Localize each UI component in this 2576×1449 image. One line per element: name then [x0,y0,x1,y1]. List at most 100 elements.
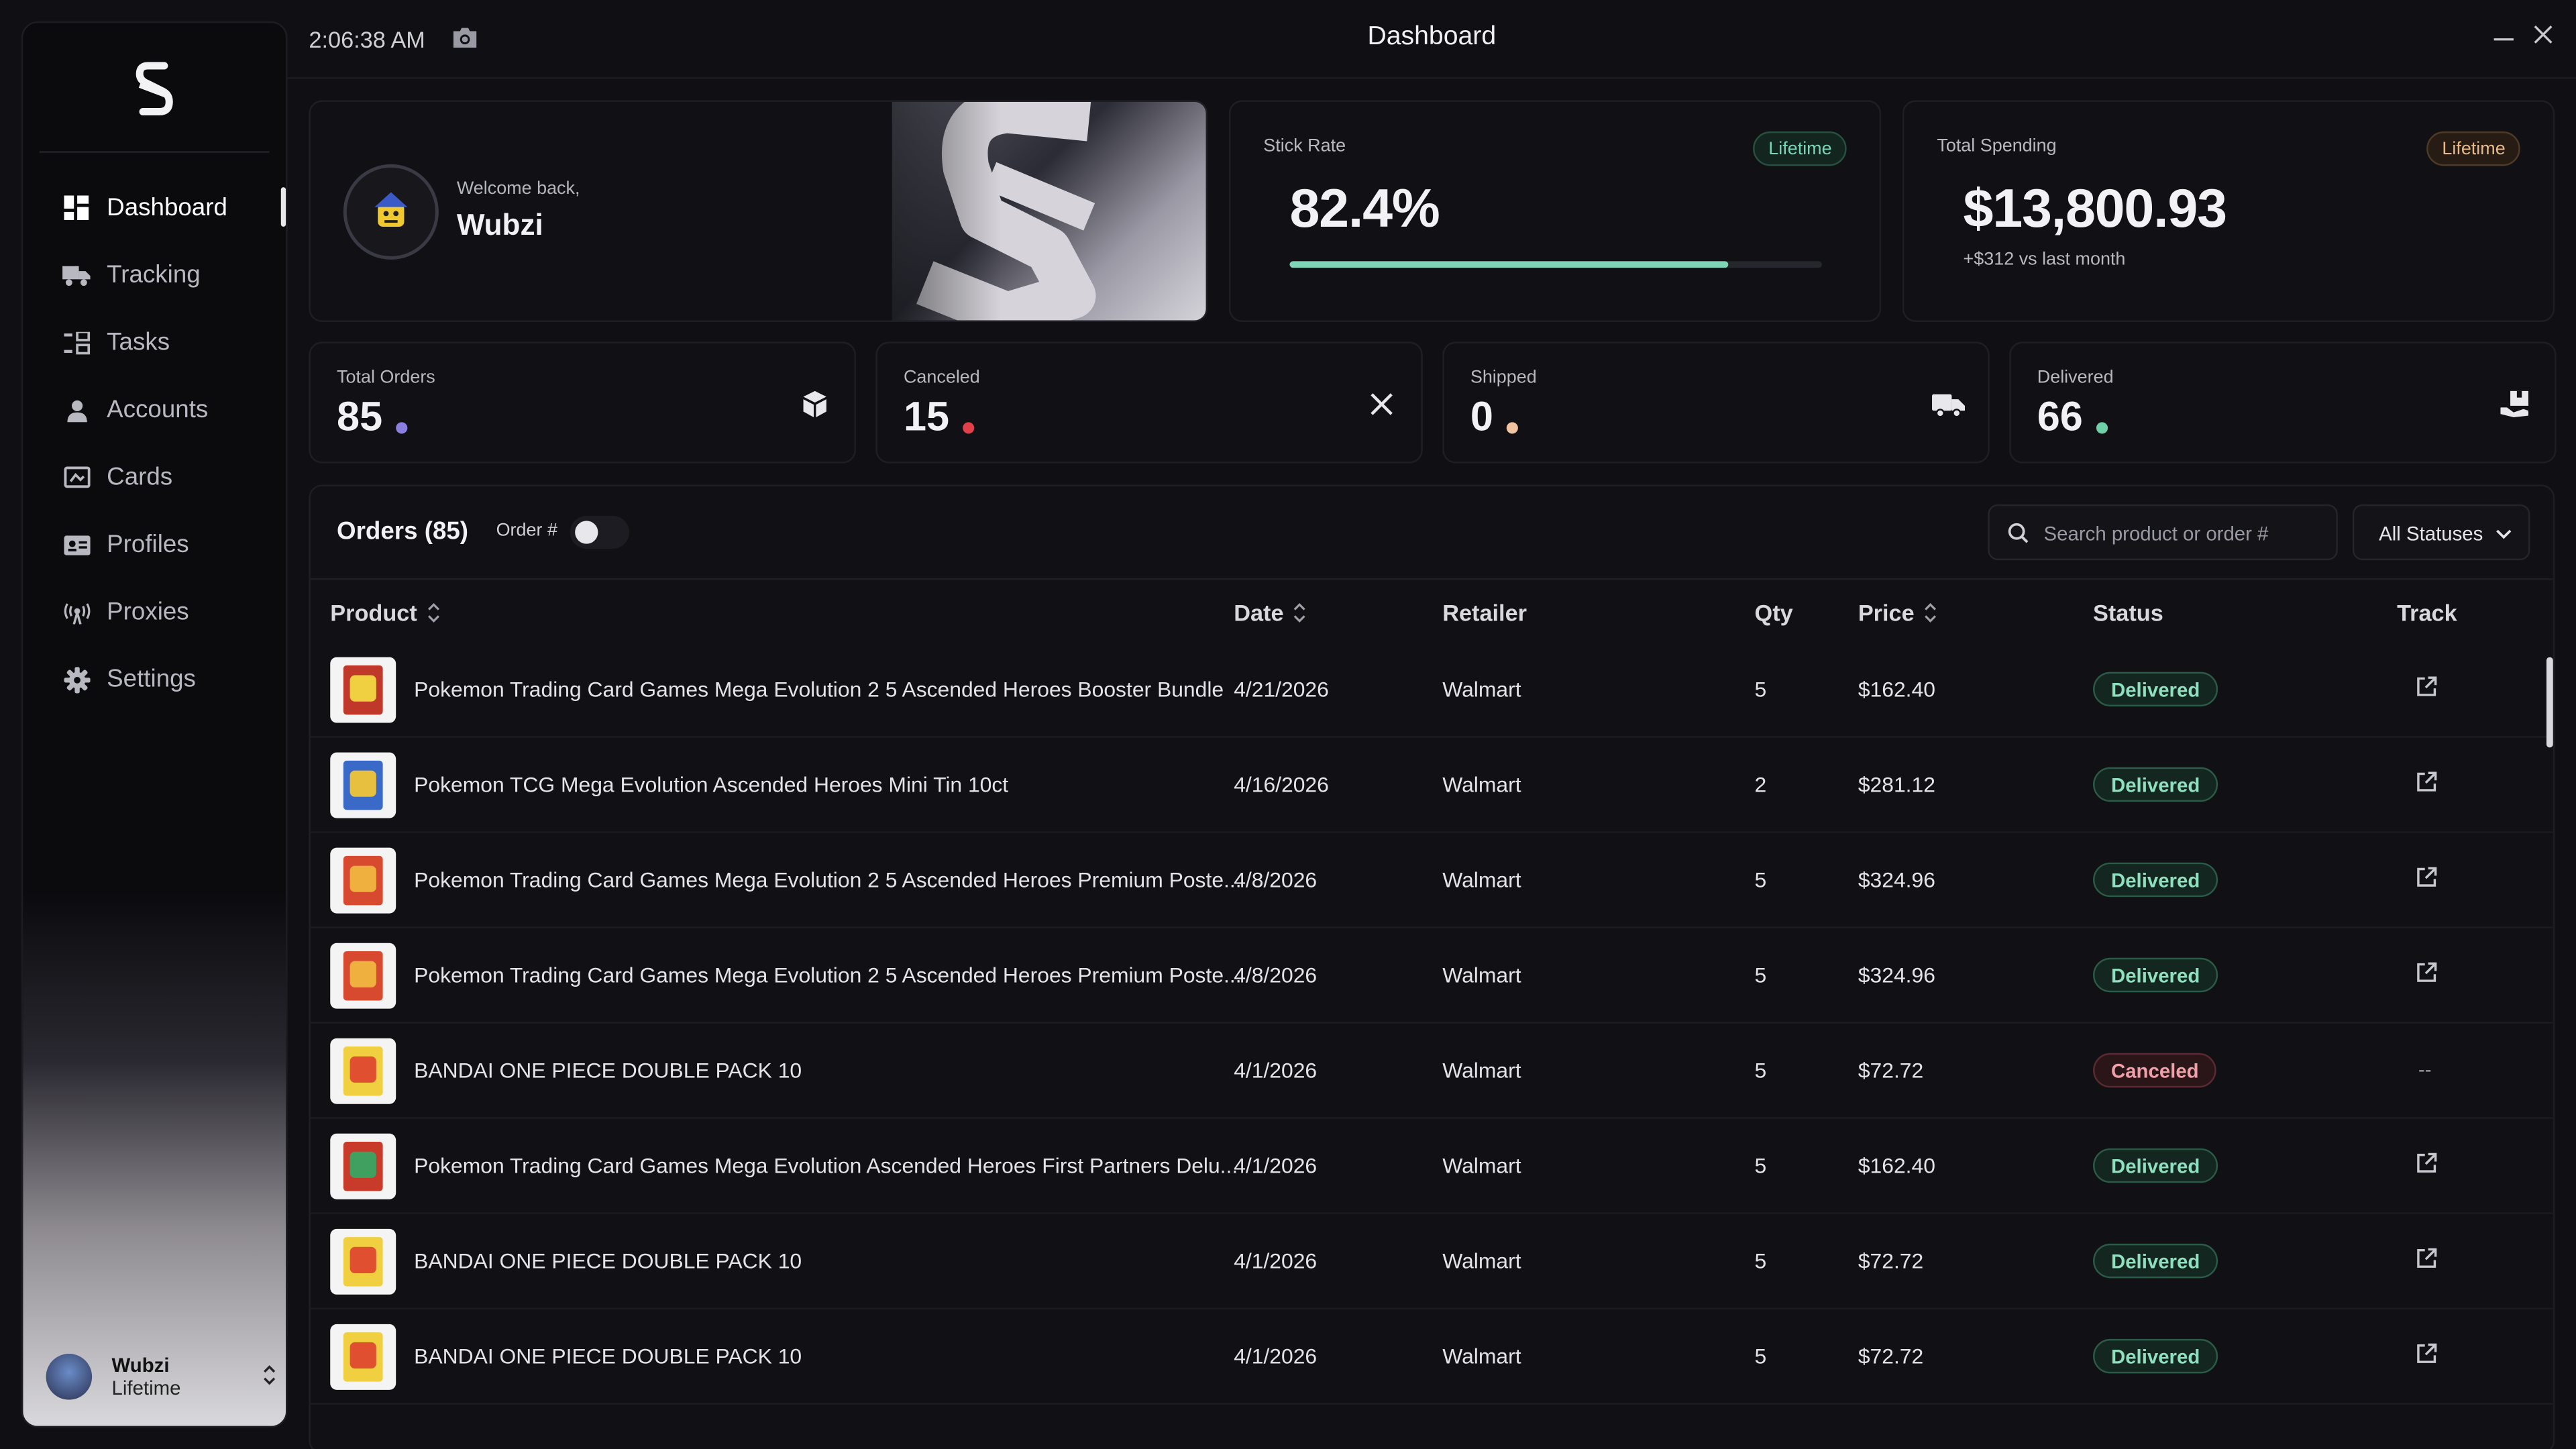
column-label: Product [330,599,417,627]
column-label: Retailer [1442,599,1527,627]
order-date: 4/8/2026 [1234,963,1318,987]
status-filter-select[interactable]: All Statuses [2352,504,2530,561]
stick-rate-label: Stick Rate [1263,136,1346,156]
truck-icon [1932,388,1966,421]
sidebar-item-proxies[interactable]: Proxies [23,578,286,645]
price: $72.72 [1858,1248,1924,1273]
quantity: 5 [1754,1153,1767,1178]
retailer: Walmart [1442,867,1521,892]
quantity: 5 [1754,1058,1767,1083]
price: $72.72 [1858,1344,1924,1369]
product-thumbnail [330,1324,396,1390]
stat-number: 66 [2037,394,2083,441]
table-row[interactable]: BANDAI ONE PIECE DOUBLE PACK 10 4/1/2026 W… [310,1024,2553,1119]
total-spending-label: Total Spending [1937,136,2057,156]
product-name[interactable]: BANDAI ONE PIECE DOUBLE PACK 10 [414,1058,802,1083]
table-row[interactable]: Pokemon Trading Card Games Mega Evolutio… [310,928,2553,1024]
page-title: Dashboard [1367,23,1497,51]
product-name[interactable]: Pokemon Trading Card Games Mega Evolutio… [414,677,1224,702]
stat-label: Canceled [903,368,980,388]
logo-divider [39,151,270,153]
column-date[interactable]: Date [1234,600,1307,626]
column-label: Date [1234,599,1284,627]
column-product[interactable]: Product [330,600,440,626]
stat-value: 85 [337,394,407,442]
progress-fill [1289,261,1729,268]
order-date: 4/8/2026 [1234,867,1318,892]
sidebar-nav: Dashboard Tracking Tasks Accounts Cards … [23,174,286,713]
table-row[interactable]: Pokemon TCG Mega Evolution Ascended Hero… [310,738,2553,833]
product-name[interactable]: Pokemon TCG Mega Evolution Ascended Hero… [414,772,1008,797]
retailer: Walmart [1442,1153,1521,1178]
status-dot [2096,422,2108,434]
chevron-down-icon [2496,523,2512,552]
external-link-icon[interactable] [2415,866,2441,892]
column-label: Track [2397,599,2457,627]
quantity: 5 [1754,963,1767,987]
orders-title: Orders (85) [337,517,469,546]
product-thumbnail [330,847,396,914]
app-logo [23,59,286,131]
external-link-icon[interactable] [2415,1247,2441,1273]
sidebar-item-tracking[interactable]: Tracking [23,241,286,309]
column-price[interactable]: Price [1858,600,1937,626]
search-input[interactable]: Search product or order # [1988,504,2338,561]
external-link-icon[interactable] [2415,771,2441,797]
avatar [46,1353,93,1400]
product-name[interactable]: Pokemon Trading Card Games Mega Evolutio… [414,867,1241,892]
table-row[interactable]: Pokemon Trading Card Games Mega Evolutio… [310,643,2553,738]
external-link-icon[interactable] [2415,1152,2441,1178]
titlebar: 2:06:38 AM Dashboard [287,0,2576,79]
product-name[interactable]: Pokemon Trading Card Games Mega Evolutio… [414,1153,1238,1178]
quantity: 2 [1754,772,1767,797]
minimize-icon[interactable] [2493,23,2514,54]
product-thumbnail [330,657,396,723]
artwork-fade [803,101,1001,321]
sidebar-item-cards[interactable]: Cards [23,443,286,511]
card-icon [62,464,91,492]
sidebar-item-dashboard[interactable]: Dashboard [23,174,286,241]
status-filter-value: All Statuses [2379,522,2483,546]
quantity: 5 [1754,676,1767,702]
scrollbar-thumb[interactable] [2546,657,2553,748]
quantity: 5 [1754,1344,1767,1369]
stick-rate-value: 82.4% [1289,177,1440,239]
sidebar-item-accounts[interactable]: Accounts [23,376,286,443]
sort-icon [1293,602,1307,623]
sidebar-item-label: Accounts [107,396,209,424]
sidebar-item-label: Profiles [107,531,189,559]
product-name[interactable]: BANDAI ONE PIECE DOUBLE PACK 10 [414,1248,802,1273]
close-icon[interactable] [2533,23,2553,54]
status-badge: Delivered [2093,862,2218,898]
orders-panel: Orders (85) Order # Search product or or… [309,484,2555,1449]
table-row[interactable]: BANDAI ONE PIECE DOUBLE PACK 10 4/1/2026 W… [310,1214,2553,1309]
order-date: 4/1/2026 [1234,1248,1318,1273]
stat-value: 66 [2037,394,2108,442]
table-header: Product Date Retailer Qty Price Status T… [311,580,2553,642]
order-number-toggle[interactable] [570,515,629,549]
stat-label: Shipped [1470,368,1537,388]
product-name[interactable]: BANDAI ONE PIECE DOUBLE PACK 10 [414,1344,802,1368]
sidebar-item-settings[interactable]: Settings [23,645,286,712]
table-row[interactable]: Pokemon Trading Card Games Mega Evolutio… [310,833,2553,928]
sidebar-item-label: Cards [107,463,173,492]
status-badge: Delivered [2093,1243,2218,1279]
user-name: Wubzi [111,1353,170,1377]
user-menu[interactable]: Wubzi Lifetime [46,1347,276,1406]
external-link-icon[interactable] [2415,1342,2441,1368]
product-name[interactable]: Pokemon Trading Card Games Mega Evolutio… [414,963,1241,987]
external-link-icon[interactable] [2415,676,2441,702]
canceled-card: Canceled 15 [875,341,1423,464]
external-link-icon[interactable] [2415,961,2441,987]
price: $162.40 [1858,676,1935,702]
status-dot [962,422,974,434]
sidebar-item-tasks[interactable]: Tasks [23,309,286,376]
close-icon [1365,388,1398,421]
table-row[interactable]: BANDAI ONE PIECE DOUBLE PACK 10 4/1/2026 W… [310,1309,2553,1405]
product-thumbnail [330,943,396,1009]
sidebar-item-profiles[interactable]: Profiles [23,511,286,578]
delivered-card: Delivered 66 [2009,341,2557,464]
sort-icon [427,602,440,623]
table-row[interactable]: Pokemon Trading Card Games Mega Evolutio… [310,1119,2553,1214]
no-tracking: -- [2418,1058,2432,1081]
